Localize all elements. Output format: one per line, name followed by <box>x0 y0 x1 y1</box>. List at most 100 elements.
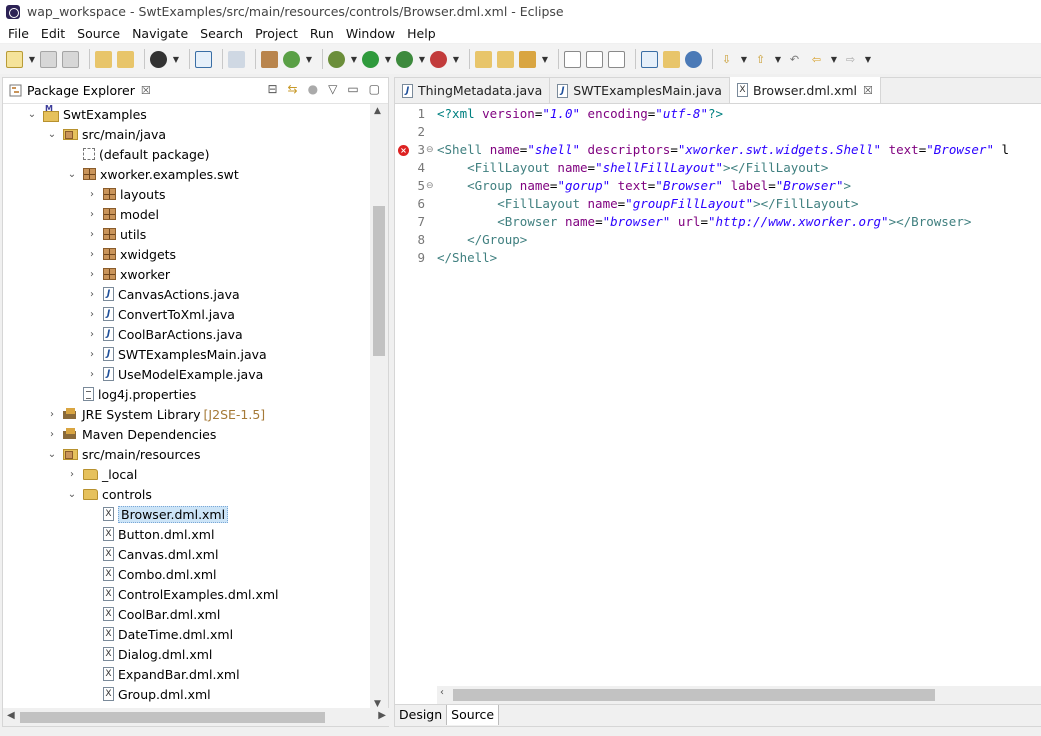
close-icon[interactable]: ☒ <box>141 84 151 97</box>
tree-item[interactable]: (default package) <box>65 144 209 164</box>
run-last-icon[interactable] <box>396 50 413 68</box>
link-with-editor-icon[interactable]: ⇆ <box>288 82 298 96</box>
collapsed-twisty-icon[interactable]: › <box>85 289 99 300</box>
scrollbar-thumb[interactable] <box>373 206 385 356</box>
next-annotation-icon[interactable]: ⇩ <box>718 51 735 68</box>
tree-item[interactable]: X ExpandBar.dml.xml <box>85 664 240 684</box>
view-menu-icon[interactable]: ▽ <box>328 82 337 96</box>
tree-item[interactable]: › _local <box>65 464 137 484</box>
collapsed-twisty-icon[interactable]: › <box>85 369 99 380</box>
minimize-icon[interactable]: ▭ <box>347 82 358 96</box>
menu-source[interactable]: Source <box>71 26 126 41</box>
tree-item[interactable]: X DateTime.dml.xml <box>85 624 233 644</box>
open-perspective-icon[interactable] <box>641 50 658 68</box>
tree-horizontal-scrollbar[interactable]: ◀ ▶ <box>3 708 390 726</box>
editor-tab[interactable]: X Browser.dml.xml ☒ <box>729 77 881 103</box>
expanded-twisty-icon[interactable]: ⌄ <box>45 449 59 460</box>
run-icon[interactable] <box>362 50 379 68</box>
last-edit-location-icon[interactable]: ↶ <box>786 51 803 68</box>
prev-annotation-dropdown-icon[interactable]: ▼ <box>774 51 782 68</box>
tree-item[interactable]: X Group.dml.xml <box>85 684 211 704</box>
collapsed-twisty-icon[interactable]: › <box>85 229 99 240</box>
maximize-icon[interactable]: ▢ <box>369 82 380 96</box>
back-icon[interactable]: ⇦ <box>808 51 825 68</box>
scroll-left-icon[interactable]: ◀ <box>7 710 15 721</box>
open-task-icon[interactable] <box>117 50 134 68</box>
run-last-dropdown-icon[interactable]: ▼ <box>418 51 426 68</box>
scrollbar-thumb[interactable] <box>20 712 325 723</box>
collapsed-twisty-icon[interactable]: › <box>65 469 79 480</box>
tree-item[interactable]: X ControlExamples.dml.xml <box>85 584 279 604</box>
external-tools-icon[interactable] <box>430 50 447 68</box>
open-type-icon[interactable] <box>95 50 112 68</box>
editor-tab[interactable]: J ThingMetadata.java <box>395 78 551 103</box>
error-marker-icon[interactable]: × <box>398 145 409 156</box>
code-area[interactable]: <?xml version="1.0" encoding="utf-8"?> <S… <box>437 104 1041 686</box>
menu-project[interactable]: Project <box>249 26 304 41</box>
wizard-icon[interactable] <box>519 50 536 68</box>
console-icon[interactable] <box>195 50 212 68</box>
tree-item[interactable]: › J ConvertToXml.java <box>85 304 235 324</box>
next-annotation-dropdown-icon[interactable]: ▼ <box>740 51 748 68</box>
collapsed-twisty-icon[interactable]: › <box>45 429 59 440</box>
collapse-all-icon[interactable]: ⊟ <box>267 82 277 96</box>
tree-item[interactable]: log4j.properties <box>65 384 196 404</box>
expanded-twisty-icon[interactable]: ⌄ <box>45 129 59 140</box>
tree-item[interactable]: ⌄ src/main/resources <box>45 444 201 464</box>
debug-dropdown-icon[interactable]: ▼ <box>350 51 358 68</box>
focus-active-task-icon[interactable]: ● <box>308 82 318 96</box>
external-tools-dropdown-icon[interactable]: ▼ <box>452 51 460 68</box>
open-folder-icon[interactable] <box>475 50 492 68</box>
collapsed-twisty-icon[interactable]: › <box>85 209 99 220</box>
expanded-twisty-icon[interactable]: ⌄ <box>25 109 39 120</box>
forward-icon[interactable]: ⇨ <box>842 51 859 68</box>
folder-open-icon[interactable] <box>663 50 680 68</box>
menu-file[interactable]: File <box>2 26 35 41</box>
fold-toggle-icon[interactable]: ⊖ <box>426 177 434 195</box>
scroll-left-icon[interactable]: ‹ <box>440 687 444 698</box>
open-file-icon[interactable] <box>497 50 514 68</box>
tree-item[interactable]: X Browser.dml.xml <box>85 504 229 524</box>
tree-item[interactable]: › utils <box>85 224 146 244</box>
tree-item[interactable]: ⌄ controls <box>65 484 152 504</box>
tree-item[interactable]: › J UseModelExample.java <box>85 364 263 384</box>
collapsed-twisty-icon[interactable]: › <box>85 269 99 280</box>
user-icon[interactable] <box>150 50 167 68</box>
collapsed-twisty-icon[interactable]: › <box>85 329 99 340</box>
run-dropdown-icon[interactable]: ▼ <box>384 51 392 68</box>
expanded-twisty-icon[interactable]: ⌄ <box>65 489 79 500</box>
tree-item[interactable]: X Combo.dml.xml <box>85 564 217 584</box>
editor-tab[interactable]: J SWTExamplesMain.java <box>550 78 730 103</box>
expanded-twisty-icon[interactable]: ⌄ <box>65 169 79 180</box>
collapsed-twisty-icon[interactable]: › <box>85 349 99 360</box>
person-icon[interactable] <box>685 50 702 68</box>
close-icon[interactable]: ☒ <box>863 84 873 97</box>
tree-item[interactable]: › model <box>85 204 159 224</box>
tab-package-explorer[interactable]: Package Explorer ☒ <box>3 78 157 103</box>
user-dropdown-icon[interactable]: ▼ <box>172 51 180 68</box>
tree-item[interactable]: X Dialog.dml.xml <box>85 644 212 664</box>
menu-search[interactable]: Search <box>194 26 249 41</box>
collapsed-twisty-icon[interactable]: › <box>85 249 99 260</box>
menu-edit[interactable]: Edit <box>35 26 71 41</box>
fold-toggle-icon[interactable]: ⊖ <box>426 141 434 159</box>
menu-navigate[interactable]: Navigate <box>126 26 194 41</box>
refresh-dropdown-icon[interactable]: ▼ <box>305 51 313 68</box>
save-icon[interactable] <box>40 50 57 68</box>
scrollbar-thumb[interactable] <box>453 689 935 701</box>
tree-item[interactable]: › J SWTExamplesMain.java <box>85 344 267 364</box>
tree-item[interactable]: X CoolBar.dml.xml <box>85 604 220 624</box>
tree-item[interactable]: ⌄ SwtExamples <box>25 104 147 124</box>
tab-design[interactable]: Design <box>395 705 448 725</box>
menu-run[interactable]: Run <box>304 26 340 41</box>
tree-vertical-scrollbar[interactable]: ▲ ▼ <box>370 104 388 711</box>
editor-horizontal-scrollbar[interactable]: ‹ <box>437 686 1041 704</box>
block-selection-icon[interactable] <box>586 50 603 68</box>
skip-breakpoints-icon[interactable] <box>228 50 245 68</box>
collapsed-twisty-icon[interactable]: › <box>45 409 59 420</box>
forward-dropdown-icon[interactable]: ▼ <box>864 51 872 68</box>
tree-item[interactable]: ⌄ xworker.examples.swt <box>65 164 239 184</box>
show-whitespace-icon[interactable] <box>608 50 625 68</box>
menu-window[interactable]: Window <box>340 26 401 41</box>
tree-item[interactable]: › xwidgets <box>85 244 176 264</box>
